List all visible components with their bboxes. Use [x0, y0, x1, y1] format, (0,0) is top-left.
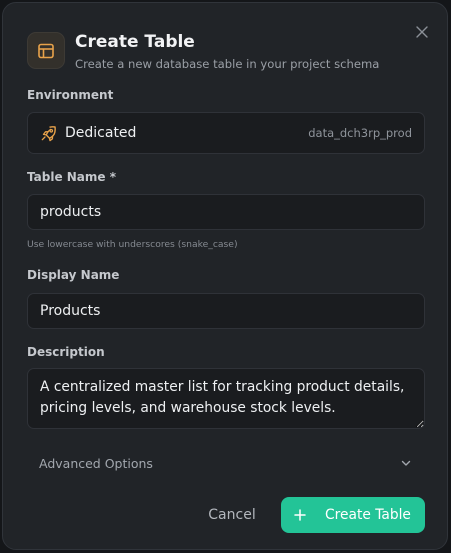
cancel-button[interactable]: Cancel: [195, 497, 269, 533]
create-table-dialog: Create Table Create a new database table…: [2, 2, 448, 550]
close-button[interactable]: [413, 23, 431, 41]
environment-id: data_dch3rp_prod: [308, 126, 412, 140]
environment-name: Dedicated: [65, 125, 137, 141]
dialog-subtitle: Create a new database table in your proj…: [75, 57, 380, 71]
plus-icon: [294, 509, 306, 521]
description-textarea[interactable]: A centralized master list for tracking p…: [27, 368, 425, 429]
table-name-input[interactable]: [27, 194, 425, 230]
environment-select[interactable]: Dedicated data_dch3rp_prod: [27, 112, 425, 154]
environment-label: Environment: [27, 88, 114, 102]
create-table-button[interactable]: Create Table: [281, 497, 425, 533]
table-name-label: Table Name *: [27, 170, 116, 184]
display-name-input[interactable]: [27, 293, 425, 329]
dialog-title: Create Table: [75, 32, 195, 52]
header-icon-badge: [27, 32, 65, 69]
advanced-options-toggle[interactable]: Advanced Options: [27, 446, 425, 480]
chevron-down-icon: [401, 460, 411, 466]
create-table-label: Create Table: [325, 507, 411, 523]
advanced-options-label: Advanced Options: [39, 455, 153, 471]
rocket-icon: [41, 125, 56, 141]
description-label: Description: [27, 345, 105, 359]
table-name-hint: Use lowercase with underscores (snake_ca…: [27, 239, 238, 250]
close-icon[interactable]: [413, 23, 431, 41]
display-name-label: Display Name: [27, 268, 120, 282]
table-icon: [38, 43, 54, 58]
